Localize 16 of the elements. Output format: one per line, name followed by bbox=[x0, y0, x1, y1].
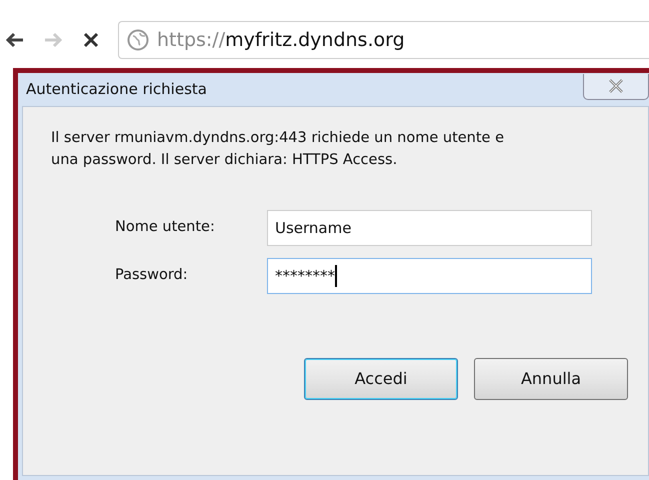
dialog-button[interactable]: Accedi bbox=[304, 358, 458, 400]
dialog-message: Il server rmuniavm.dyndns.org:443 richiede un nome utente e una password. Il server dichiara: HTTPS Access. bbox=[51, 129, 506, 170]
dialog-title: Autenticazione richiesta bbox=[26, 79, 207, 100]
close-button[interactable] bbox=[583, 74, 649, 100]
dialog-button[interactable]: Annulla bbox=[474, 358, 628, 400]
input-field[interactable]: ******** bbox=[267, 258, 592, 294]
globe-icon bbox=[127, 29, 149, 51]
url-host: myfritz.dyndns.org bbox=[225, 28, 405, 53]
close-icon bbox=[607, 79, 625, 93]
field-label: Password: bbox=[114, 266, 189, 286]
stop-icon[interactable] bbox=[83, 32, 99, 48]
address-bar[interactable]: https://myfritz.dyndns.org bbox=[118, 21, 649, 59]
field-label: Nome utente: bbox=[114, 218, 216, 238]
input-field[interactable]: Username bbox=[267, 210, 592, 246]
back-icon[interactable] bbox=[5, 32, 25, 48]
url-scheme: https:// bbox=[157, 28, 226, 53]
